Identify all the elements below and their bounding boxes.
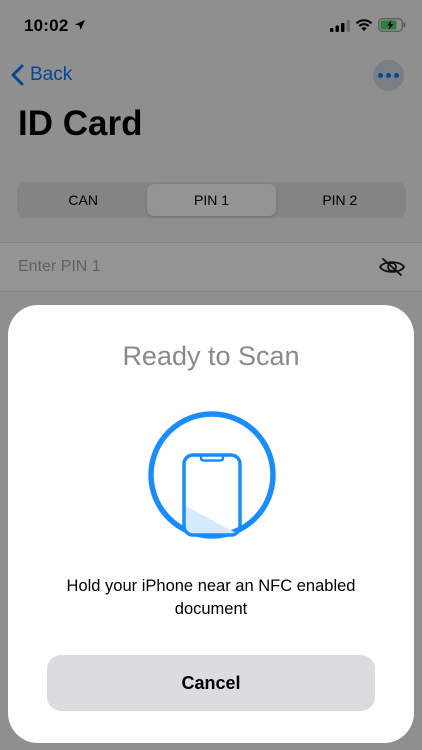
cancel-button[interactable]: Cancel — [47, 655, 375, 711]
phone-nfc-scan-icon — [148, 411, 276, 539]
sheet-title: Ready to Scan — [122, 341, 300, 371]
nfc-scan-sheet: Ready to Scan Hold your iPhone near an N… — [8, 305, 414, 743]
screen: 10:02 Back ID Card CAN PIN 1 PIN 2 Ready… — [0, 0, 422, 750]
sheet-message: Hold your iPhone near an NFC enabled doc… — [66, 577, 356, 618]
